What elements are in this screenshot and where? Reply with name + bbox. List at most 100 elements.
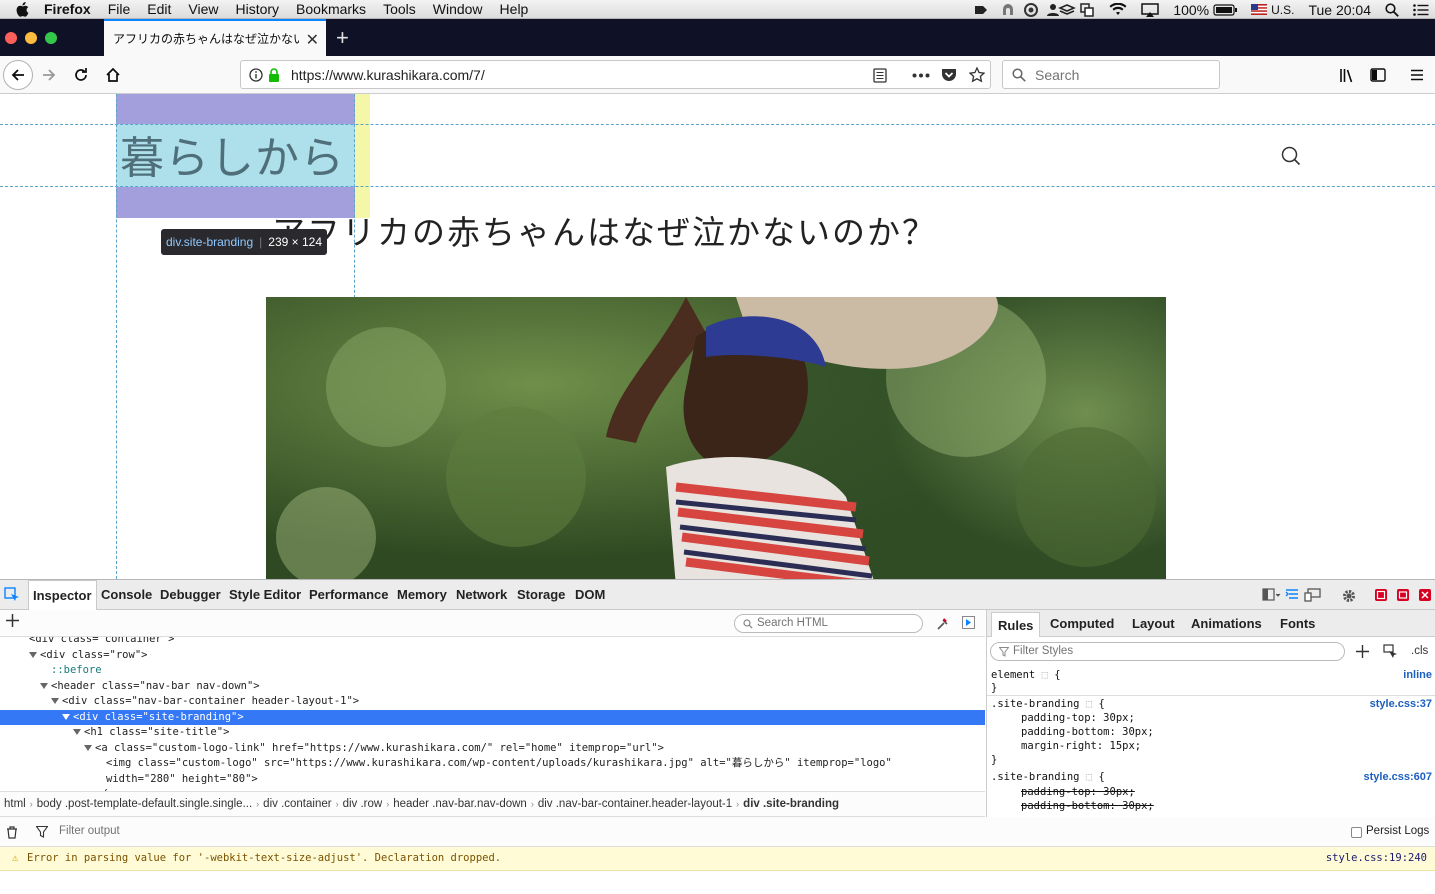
notification-center-icon[interactable]: [1413, 3, 1429, 16]
markup-node[interactable]: width="280" height="80">: [0, 772, 985, 788]
search-bar[interactable]: Search: [1002, 60, 1220, 89]
menu-view[interactable]: View: [188, 1, 218, 17]
breadcrumb-item[interactable]: div .nav-bar-container.header-layout-1: [534, 798, 736, 810]
menu-tools[interactable]: Tools: [383, 1, 416, 17]
settings-gear-icon[interactable]: [1341, 588, 1357, 604]
lock-icon[interactable]: [268, 68, 280, 82]
markup-node[interactable]: ::before: [0, 663, 985, 679]
tab-network[interactable]: Network: [456, 580, 507, 610]
bookmark-star-icon[interactable]: [969, 67, 985, 83]
url-bar[interactable]: https://www.kurashikara.com/7/: [240, 60, 991, 89]
reload-button[interactable]: [70, 64, 92, 86]
menu-bookmarks[interactable]: Bookmarks: [296, 1, 366, 17]
site-search-icon[interactable]: [1281, 146, 1301, 166]
markup-node-selected[interactable]: <div class="site-branding">: [0, 709, 985, 725]
markup-node[interactable]: <header class="nav-bar nav-down">: [0, 679, 985, 695]
layout-toggle-icon[interactable]: [1262, 588, 1332, 602]
menu-window[interactable]: Window: [433, 1, 483, 17]
status-app-icon[interactable]: [975, 2, 1095, 17]
element-rule-source[interactable]: inline: [1403, 669, 1432, 681]
menu-history[interactable]: History: [235, 1, 279, 17]
tab-storage[interactable]: Storage: [517, 580, 565, 610]
flag-us-icon[interactable]: [1251, 4, 1268, 15]
filter-output-input[interactable]: Filter output: [59, 825, 120, 837]
window-zoom-button[interactable]: [45, 32, 57, 44]
expand-twisty-icon[interactable]: [29, 651, 37, 658]
breadcrumb-item[interactable]: html: [0, 798, 30, 810]
tab-active[interactable]: アフリカの赤ちゃんはなぜ泣かないの ✕: [104, 19, 326, 56]
persist-logs-checkbox[interactable]: [1351, 827, 1362, 838]
markup-node[interactable]: <h1 class="site-title">: [0, 725, 985, 741]
airplay-icon[interactable]: [1141, 2, 1160, 17]
spotlight-icon[interactable]: [1385, 2, 1399, 17]
input-source-label[interactable]: U.S.: [1271, 3, 1294, 17]
tab-inspector[interactable]: Inspector: [28, 580, 97, 610]
sidebar-button[interactable]: [1367, 64, 1389, 86]
rule1-prop[interactable]: margin-right: 15px;: [1021, 739, 1141, 753]
tab-style-editor[interactable]: Style Editor: [229, 580, 301, 610]
window-minimize-button[interactable]: [25, 32, 37, 44]
tab-console[interactable]: Console: [101, 580, 152, 610]
new-tab-button[interactable]: +: [336, 25, 349, 51]
library-button[interactable]: [1336, 64, 1358, 86]
reader-view-icon[interactable]: [873, 68, 887, 83]
markup-node[interactable]: <div class="row">: [0, 648, 985, 664]
tab-computed[interactable]: Computed: [1050, 610, 1114, 637]
breadcrumb-item[interactable]: body .post-template-default.single.singl…: [33, 798, 256, 810]
forward-button[interactable]: [38, 64, 60, 86]
site-logo[interactable]: 暮らしから: [120, 122, 345, 186]
rule1-prop[interactable]: padding-bottom: 30px;: [1021, 725, 1154, 739]
menu-app-name[interactable]: Firefox: [44, 1, 91, 17]
cls-toggle[interactable]: .cls: [1411, 645, 1428, 657]
home-button[interactable]: [102, 64, 124, 86]
add-node-icon[interactable]: [6, 614, 19, 627]
menu-file[interactable]: File: [108, 1, 131, 17]
wifi-icon[interactable]: [1109, 3, 1127, 16]
tab-debugger[interactable]: Debugger: [160, 580, 221, 610]
url-text[interactable]: https://www.kurashikara.com/7/: [291, 67, 485, 83]
filter-styles-input[interactable]: Filter Styles: [990, 642, 1345, 661]
rule2-prop-overridden[interactable]: padding-top: 30px;: [1021, 785, 1135, 799]
markup-node[interactable]: <a class="custom-logo-link" href="https:…: [0, 741, 985, 757]
menu-help[interactable]: Help: [500, 1, 529, 17]
expand-twisty-icon[interactable]: [84, 744, 92, 751]
eyedropper-icon[interactable]: [936, 617, 948, 631]
dock-bottom-button[interactable]: [1374, 588, 1432, 602]
apple-icon[interactable]: [16, 1, 29, 17]
breadcrumb-item[interactable]: div .site-branding: [739, 798, 843, 810]
console-warning-message[interactable]: ⚠ Error in parsing value for '-webkit-te…: [0, 847, 1435, 871]
add-rule-icon[interactable]: [1356, 645, 1369, 658]
tab-fonts[interactable]: Fonts: [1280, 610, 1315, 637]
tab-dom[interactable]: DOM: [575, 580, 605, 610]
app-menu-button[interactable]: [1406, 64, 1428, 86]
breadcrumb-item[interactable]: div .row: [339, 798, 387, 810]
menu-edit[interactable]: Edit: [147, 1, 171, 17]
markup-node[interactable]: <div class="nav-bar-container header-lay…: [0, 694, 985, 710]
tab-animations[interactable]: Animations: [1191, 610, 1262, 637]
window-close-button[interactable]: [5, 32, 17, 44]
rule2-source-link[interactable]: style.css:607: [1364, 771, 1433, 783]
tab-close-icon[interactable]: ✕: [306, 30, 319, 50]
rule1-prop[interactable]: padding-top: 30px;: [1021, 711, 1135, 725]
expand-twisty-icon[interactable]: [62, 713, 70, 720]
search-html-input[interactable]: Search HTML: [734, 614, 923, 633]
toggle-sidebar-icon[interactable]: [962, 616, 975, 629]
clock[interactable]: Tue 20:04: [1308, 2, 1371, 18]
warning-source-link[interactable]: style.css:19:240: [1326, 847, 1427, 869]
pocket-icon[interactable]: [941, 68, 957, 83]
info-icon[interactable]: [249, 68, 263, 82]
rule1-source-link[interactable]: style.css:37: [1370, 698, 1432, 710]
back-button[interactable]: [3, 60, 33, 90]
battery-icon[interactable]: [1213, 3, 1238, 16]
page-actions-icon[interactable]: [912, 73, 930, 78]
tab-layout[interactable]: Layout: [1132, 610, 1175, 637]
pseudo-class-toggle-icon[interactable]: [1383, 644, 1399, 660]
clear-console-trash-icon[interactable]: [6, 826, 18, 839]
expand-twisty-icon[interactable]: [73, 729, 81, 735]
markup-node[interactable]: <img class="custom-logo" src="https://ww…: [0, 756, 985, 772]
element-picker-icon[interactable]: [4, 587, 20, 603]
tab-performance[interactable]: Performance: [309, 580, 388, 610]
tab-rules[interactable]: Rules: [991, 612, 1041, 637]
expand-twisty-icon[interactable]: [51, 698, 59, 704]
breadcrumb-item[interactable]: div .container: [259, 798, 335, 810]
